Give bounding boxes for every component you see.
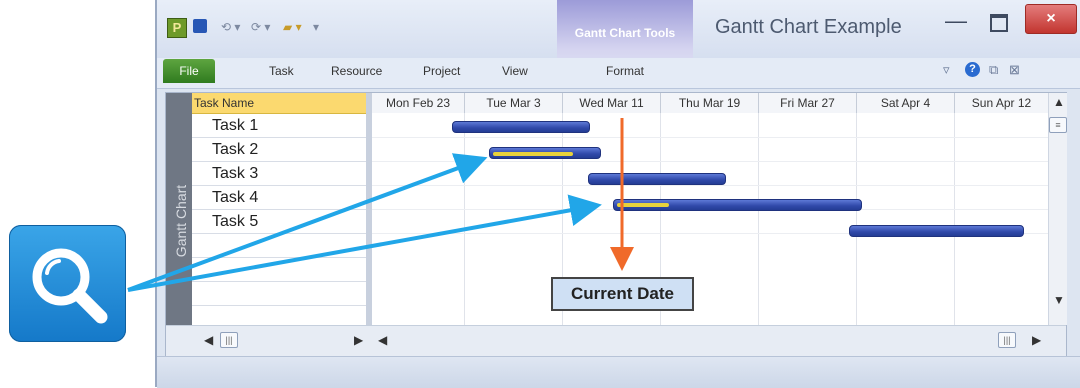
- pointer-arrow-task-4: [127, 194, 602, 292]
- annotation-arrows: [127, 118, 634, 292]
- pointer-arrow-task-2: [127, 153, 488, 292]
